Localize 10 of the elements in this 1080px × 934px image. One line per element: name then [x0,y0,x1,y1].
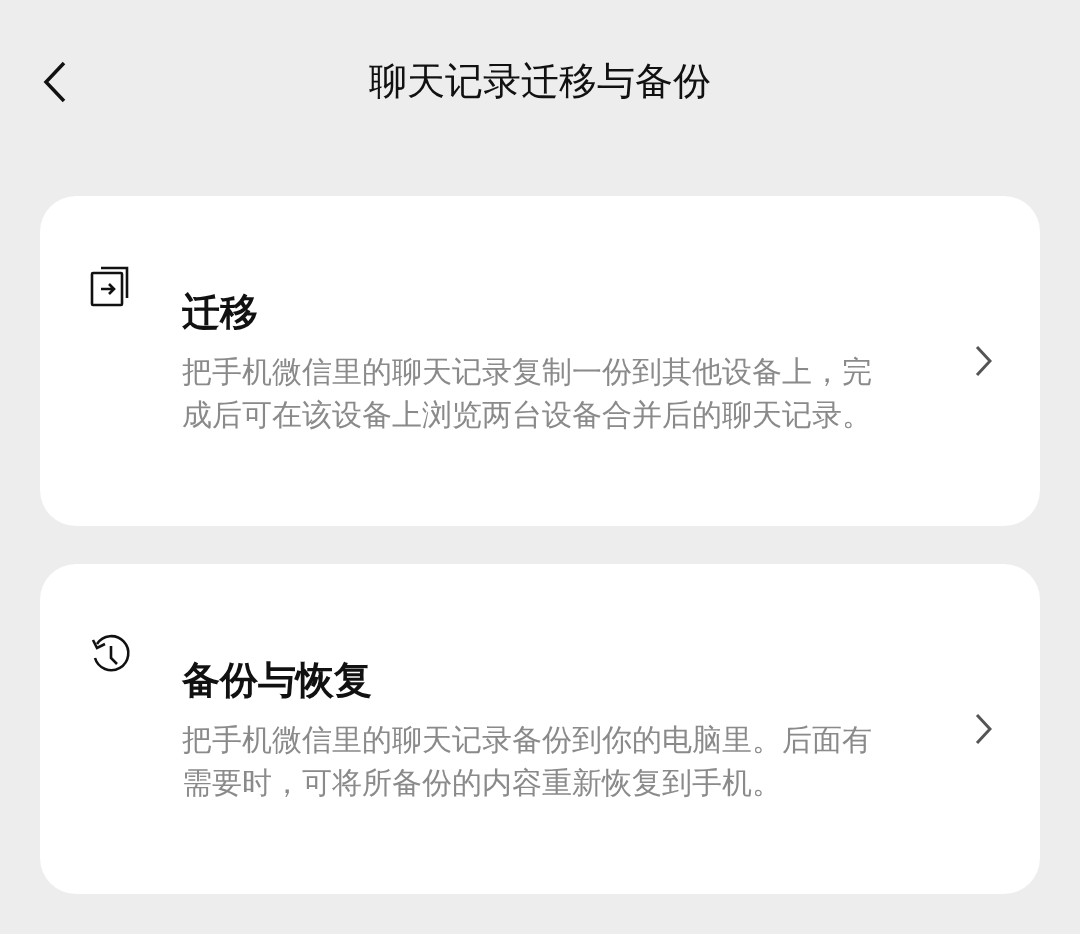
option-description: 把手机微信里的聊天记录备份到你的电脑里。后面有需要时，可将所备份的内容重新恢复到手机。 [182,720,872,802]
back-icon [42,60,68,104]
option-card[interactable]: 备份与恢复 把手机微信里的聊天记录备份到你的电脑里。后面有需要时，可将所备份的内容重新恢复到手机。 [40,564,1040,894]
option-card[interactable]: 迁移 把手机微信里的聊天记录复制一份到其他设备上，完成后可在该设备上浏览两台设备合并后的聊天记录。 [40,196,1040,526]
chevron-right-icon [974,713,992,745]
option-title: 备份与恢复 [182,656,373,704]
page-title: 聊天记录迁移与备份 [369,57,711,105]
option-title: 迁移 [182,288,259,336]
option-description: 把手机微信里的聊天记录复制一份到其他设备上，完成后可在该设备上浏览两台设备合并后的聊天记录。 [182,352,872,434]
chevron-right-icon [974,345,992,377]
